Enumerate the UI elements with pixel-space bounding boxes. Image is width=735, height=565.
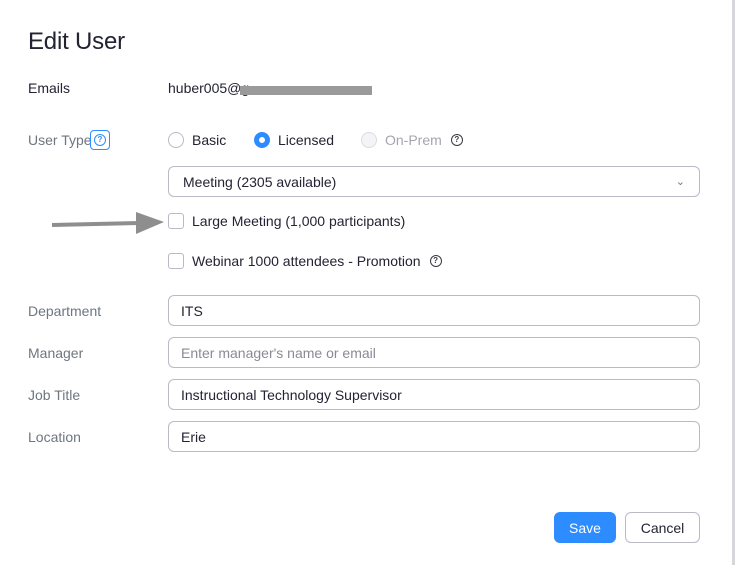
cancel-button[interactable]: Cancel bbox=[625, 512, 700, 543]
department-input[interactable] bbox=[168, 295, 700, 326]
meeting-plan-value: Meeting (2305 available) bbox=[183, 173, 337, 190]
radio-licensed-label: Licensed bbox=[278, 132, 335, 148]
webinar-checkbox-row[interactable]: Webinar 1000 attendees - Promotion ? bbox=[168, 252, 442, 270]
question-circle-icon[interactable]: ? bbox=[450, 134, 463, 146]
email-value: huber005@g bbox=[168, 80, 250, 96]
user-type-label: User Type bbox=[28, 132, 92, 148]
department-label: Department bbox=[28, 303, 102, 319]
annotation-arrow-icon bbox=[52, 212, 164, 234]
location-input[interactable] bbox=[168, 421, 700, 452]
emails-label: Emails bbox=[28, 80, 71, 96]
radio-on-prem-label: On-Prem bbox=[385, 132, 442, 148]
location-label: Location bbox=[28, 429, 81, 445]
manager-input[interactable] bbox=[168, 337, 700, 368]
large-meeting-checkbox-row[interactable]: Large Meeting (1,000 participants) bbox=[168, 212, 405, 230]
page-title: Edit User bbox=[28, 28, 125, 55]
radio-on-prem[interactable]: On-Prem ? bbox=[361, 131, 463, 149]
radio-circle[interactable] bbox=[168, 132, 184, 148]
chevron-down-icon: ⌄ bbox=[675, 176, 685, 188]
redaction-bar bbox=[240, 86, 372, 95]
user-type-help-button[interactable]: ? bbox=[90, 130, 110, 150]
question-circle-icon: ? bbox=[94, 134, 106, 146]
radio-basic[interactable]: Basic bbox=[168, 131, 226, 149]
radio-circle-checked[interactable] bbox=[254, 132, 270, 148]
radio-basic-label: Basic bbox=[192, 132, 227, 148]
save-button[interactable]: Save bbox=[554, 512, 616, 543]
job-title-label: Job Title bbox=[28, 387, 81, 403]
radio-circle-disabled[interactable] bbox=[361, 132, 377, 148]
webinar-label: Webinar 1000 attendees - Promotion bbox=[192, 253, 421, 269]
webinar-checkbox[interactable] bbox=[168, 253, 184, 269]
job-title-input[interactable] bbox=[168, 379, 700, 410]
manager-label: Manager bbox=[28, 345, 84, 361]
radio-licensed[interactable]: Licensed bbox=[254, 131, 334, 149]
meeting-plan-select[interactable]: Meeting (2305 available) ⌄ bbox=[168, 166, 700, 197]
large-meeting-label: Large Meeting (1,000 participants) bbox=[192, 213, 406, 229]
large-meeting-checkbox[interactable] bbox=[168, 213, 184, 229]
question-circle-icon[interactable]: ? bbox=[429, 255, 442, 267]
